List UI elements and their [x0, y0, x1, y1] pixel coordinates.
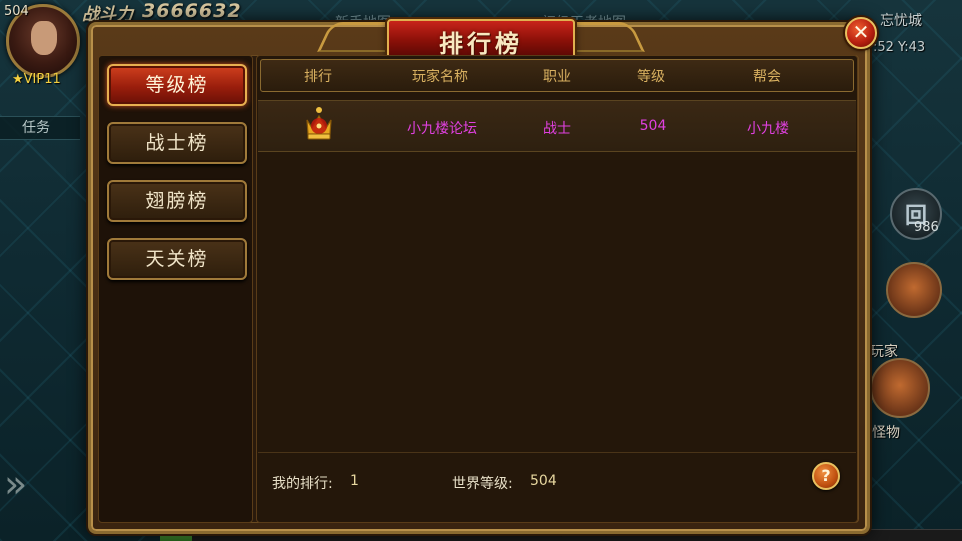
tab-warrior-ranking[interactable]: 战士榜: [107, 122, 247, 164]
player-level: 504: [4, 4, 29, 19]
cell-level: 504: [639, 118, 667, 134]
world-level-label: 世界等级:: [452, 476, 513, 492]
my-rank-label: 我的排行:: [272, 476, 333, 492]
expand-arrow-icon[interactable]: »: [4, 462, 27, 506]
task-tab[interactable]: 任务: [0, 116, 80, 140]
tab-tower-ranking[interactable]: 天关榜: [107, 238, 247, 280]
return-skill-count: 986: [914, 220, 939, 235]
vip-level: VIP11: [23, 72, 61, 87]
column-header-player-name: 玩家名称: [412, 69, 468, 85]
tab-level-ranking[interactable]: 等级榜: [107, 64, 247, 106]
column-header-guild: 帮会: [753, 69, 781, 85]
column-header-rank: 排行: [304, 69, 332, 85]
target-monster-label[interactable]: 怪物: [872, 422, 900, 442]
my-rank-value: 1: [350, 473, 359, 489]
panel-title: 排行榜: [439, 29, 523, 58]
cell-class: 战士: [543, 121, 571, 137]
help-button[interactable]: ?: [812, 462, 840, 490]
cell-player-name[interactable]: 小九楼论坛: [396, 118, 488, 138]
column-header-level: 等级: [637, 69, 665, 85]
cell-guild: 小九楼: [747, 121, 789, 137]
close-button[interactable]: ✕: [845, 17, 877, 49]
world-level-value: 504: [530, 473, 557, 489]
power-value: 3666632: [142, 0, 242, 22]
crown-icon: [306, 107, 332, 140]
column-header-class: 职业: [543, 69, 571, 85]
current-city: 忘忧城: [880, 13, 922, 29]
coordinates: :52 Y:43: [873, 40, 926, 55]
vip-badge[interactable]: ★VIP11: [12, 72, 61, 87]
footer-divider: [258, 452, 856, 453]
attack-skill-button[interactable]: [886, 262, 942, 318]
tab-wing-ranking[interactable]: 翅膀榜: [107, 180, 247, 222]
target-monster-button[interactable]: [870, 358, 930, 418]
